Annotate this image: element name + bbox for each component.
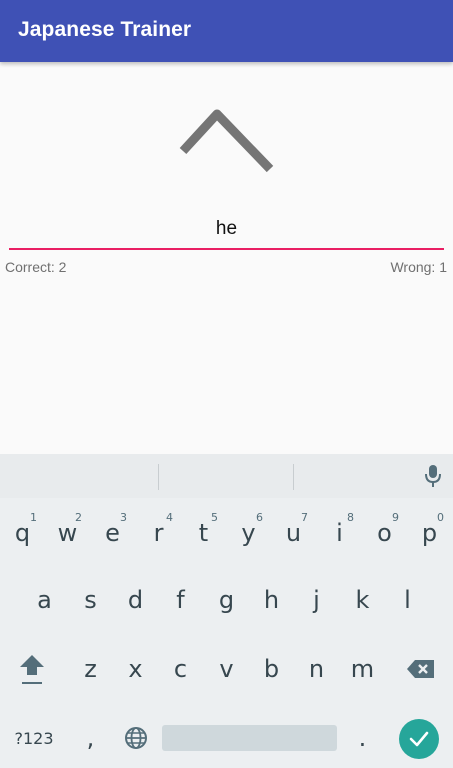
key-w[interactable]: w 2: [45, 505, 90, 561]
suggestion-divider: [158, 464, 159, 490]
key-p[interactable]: p 0: [407, 505, 452, 561]
correct-count: Correct: 2: [5, 259, 67, 275]
suggestion-divider: [293, 464, 294, 490]
symbols-key[interactable]: ?123: [10, 710, 58, 766]
key-label: o: [377, 519, 392, 547]
key-hint: 0: [437, 511, 444, 524]
key-u[interactable]: u 7: [271, 505, 316, 561]
key-a[interactable]: a: [22, 572, 67, 628]
key-v[interactable]: v: [204, 641, 249, 697]
globe-icon: [124, 727, 147, 749]
backspace-icon: [406, 660, 434, 678]
key-label: i: [336, 519, 343, 547]
key-hint: 9: [392, 511, 399, 524]
key-o[interactable]: o 9: [362, 505, 407, 561]
key-h[interactable]: h: [249, 572, 294, 628]
key-hint: 3: [120, 511, 127, 524]
key-t[interactable]: t 5: [181, 505, 226, 561]
soft-keyboard: q 1 w 2 e 3 r 4 t 5 y 6 u 7 i 8 o 9 p 0 …: [0, 454, 453, 768]
key-n[interactable]: n: [294, 641, 339, 697]
key-k[interactable]: k: [340, 572, 385, 628]
key-label: t: [198, 519, 209, 547]
key-label: y: [241, 519, 256, 547]
key-d[interactable]: d: [113, 572, 158, 628]
backspace-key[interactable]: [398, 641, 443, 697]
key-i[interactable]: i 8: [317, 505, 362, 561]
key-c[interactable]: c: [158, 641, 203, 697]
key-y[interactable]: y 6: [226, 505, 271, 561]
key-label: p: [421, 519, 438, 547]
enter-key[interactable]: [399, 719, 439, 759]
key-x[interactable]: x: [113, 641, 158, 697]
globe-key[interactable]: [113, 710, 158, 766]
key-f[interactable]: f: [158, 572, 203, 628]
answer-input[interactable]: [9, 212, 444, 246]
wrong-count: Wrong: 1: [390, 259, 447, 275]
key-z[interactable]: z: [68, 641, 113, 697]
check-icon: [409, 731, 429, 747]
shift-icon: [19, 655, 44, 684]
comma-key[interactable]: ,: [68, 710, 113, 766]
suggestion-strip: [0, 454, 453, 498]
key-hint: 4: [166, 511, 173, 524]
key-r[interactable]: r 4: [136, 505, 181, 561]
mic-icon[interactable]: [423, 463, 443, 489]
key-m[interactable]: m: [340, 641, 385, 697]
key-g[interactable]: g: [204, 572, 249, 628]
key-hint: 7: [301, 511, 308, 524]
key-label: q: [14, 519, 31, 547]
shift-key[interactable]: [9, 641, 54, 697]
space-key[interactable]: [162, 725, 337, 751]
key-l[interactable]: l: [385, 572, 430, 628]
key-hint: 6: [256, 511, 263, 524]
key-label: e: [105, 519, 120, 547]
answer-field-container: [9, 212, 444, 250]
key-q[interactable]: q 1: [0, 505, 45, 561]
key-hint: 1: [30, 511, 37, 524]
key-label: r: [153, 519, 164, 547]
key-hint: 2: [75, 511, 82, 524]
key-e[interactable]: e 3: [90, 505, 135, 561]
app-title: Japanese Trainer: [18, 18, 192, 41]
key-hint: 8: [347, 511, 354, 524]
app-bar: Japanese Trainer: [0, 0, 453, 62]
period-key[interactable]: .: [340, 710, 385, 766]
key-hint: 5: [211, 511, 218, 524]
key-j[interactable]: j: [294, 572, 339, 628]
key-label: u: [285, 519, 302, 547]
key-s[interactable]: s: [68, 572, 113, 628]
kana-glyph-icon: [179, 109, 274, 173]
key-b[interactable]: b: [249, 641, 294, 697]
